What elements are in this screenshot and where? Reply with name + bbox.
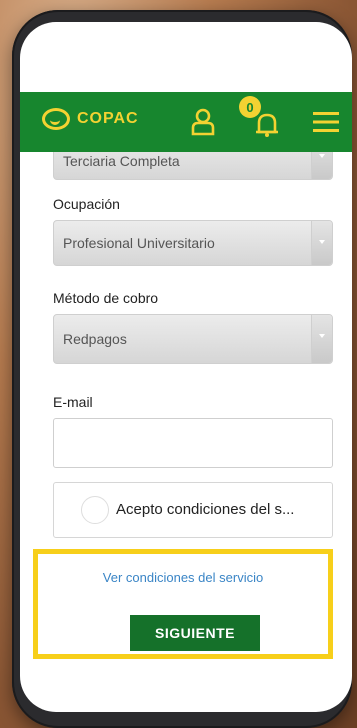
education-select-value: Terciaria Completa: [63, 153, 180, 169]
copac-logo[interactable]: COPAC: [42, 108, 139, 130]
dropdown-arrow-icon: [311, 221, 332, 265]
occupation-select-value: Profesional Universitario: [63, 235, 215, 251]
copac-logo-icon: [42, 108, 70, 130]
payment-select[interactable]: Redpagos: [53, 314, 333, 364]
menu-icon[interactable]: [313, 110, 339, 134]
terms-link[interactable]: Ver condiciones del servicio: [38, 570, 328, 585]
app-header: COPAC 0: [20, 92, 352, 152]
terms-checkbox-row[interactable]: Acepto condiciones del s...: [53, 482, 333, 538]
highlight-box: Ver condiciones del servicio SIGUIENTE: [33, 549, 333, 659]
dropdown-arrow-icon: [311, 315, 332, 363]
app-screen: Terciaria Completa COPAC 0 Ocupación Pro…: [20, 22, 352, 712]
payment-label: Método de cobro: [53, 290, 159, 306]
occupation-label: Ocupación: [53, 196, 120, 212]
occupation-select[interactable]: Profesional Universitario: [53, 220, 333, 266]
payment-select-value: Redpagos: [63, 331, 127, 347]
notification-badge: 0: [239, 96, 261, 118]
next-button[interactable]: SIGUIENTE: [130, 615, 260, 651]
user-icon[interactable]: [191, 108, 215, 136]
email-label: E-mail: [53, 394, 93, 410]
terms-checkbox[interactable]: [81, 496, 109, 524]
email-field[interactable]: [53, 418, 333, 468]
terms-checkbox-label: Acepto condiciones del s...: [116, 501, 295, 518]
brand-name: COPAC: [77, 110, 139, 127]
